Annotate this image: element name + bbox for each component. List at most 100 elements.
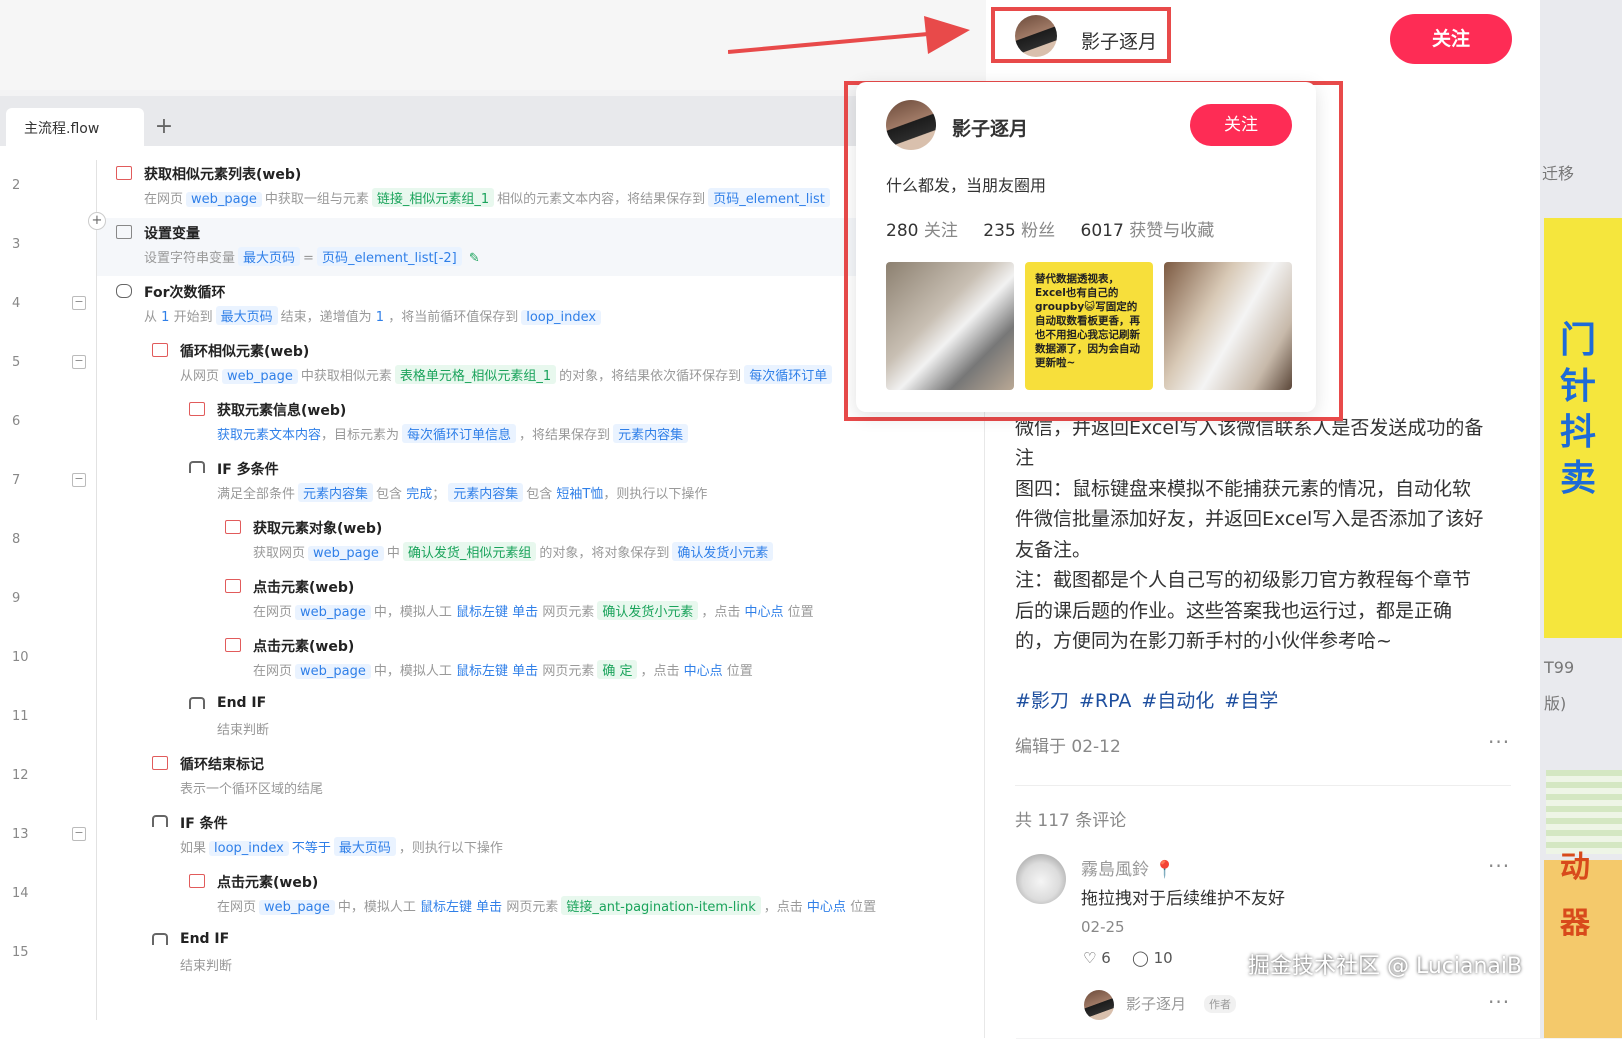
more-icon[interactable]: ··· [1488,990,1510,1014]
line-number: 5 [12,355,21,370]
var-tag[interactable]: web_page [259,900,335,915]
gutter-divider [96,160,97,1020]
annotation-arrow [728,16,970,54]
step-title: 获取元素信息(web) [217,403,347,419]
var-tag[interactable]: web_page [295,664,371,679]
line-number: 10 [12,650,29,665]
element-tag[interactable]: 确 定 [597,660,638,679]
edit-icon[interactable]: ✎ [469,251,480,266]
author-chip[interactable]: 影子逐月 [991,7,1171,63]
var-tag[interactable]: 最大页码 [238,247,301,266]
tab-main-flow[interactable]: 主流程.flow [6,108,144,150]
var-tag[interactable]: web_page [222,369,298,384]
location-pin-icon: 📍 [1154,860,1176,880]
step-title: IF 条件 [180,816,228,832]
body-line: 注 [1015,447,1035,469]
var-tag[interactable]: loop_index [521,310,602,325]
step-title: End IF [180,931,230,947]
line-number: 9 [12,591,21,606]
comment-reply-button[interactable]: ◯ 10 [1132,949,1173,967]
more-icon[interactable]: ··· [1488,730,1510,754]
line-number: 4 [12,296,21,311]
step-title: 点击元素(web) [253,639,355,655]
collapse-toggle[interactable]: − [72,827,86,841]
author-avatar[interactable] [1015,15,1057,57]
card-avatar[interactable] [886,100,936,150]
step-title: 设置变量 [144,226,200,242]
step-desc: 结束判断 [217,723,270,738]
element-tag[interactable]: 表格单元格_相似元素组_1 [394,365,557,384]
element-tag[interactable]: 确认发货小元素 [597,601,699,620]
reply-author-name[interactable]: 影子逐月 [1126,993,1186,1014]
card-stats: 280 关注 235 粉丝 6017 获赞与收藏 [886,221,1215,241]
step-desc: 获取元素文本内容，目标元素为 每次循环订单信息 ，将结果保存到 元素内容集 [217,424,691,443]
card-thumbnail[interactable]: 替代数据透视表，Excel也有自己的groupby😺写固定的自动取数看板更香，再… [1025,262,1153,390]
follow-button[interactable]: 关注 [1390,14,1512,64]
var-tag[interactable]: 元素内容集 [298,483,374,502]
line-number: 14 [12,886,29,901]
step-desc: 结束判断 [180,959,233,974]
var-tag[interactable]: 确认发货小元素 [672,542,774,561]
end-if-icon [152,933,168,945]
end-if-icon [189,697,205,709]
web-element-icon [152,343,168,357]
if-icon [152,815,168,827]
var-tag[interactable]: 每次循环订单信息 [402,424,517,443]
element-tag[interactable]: 链接_ant-pagination-item-link [561,896,761,915]
reply-avatar[interactable] [1084,990,1114,1020]
step-desc: 设置字符串变量 最大页码 = 页码_element_list[-2] ✎ [144,247,480,266]
line-number: 6 [12,414,21,429]
collapse-toggle[interactable]: − [72,355,86,369]
line-number: 12 [12,768,29,783]
card-thumbnail[interactable] [886,262,1014,390]
body-line: 的，方便同为在影刀新手村的小伙伴参考哈~ [1015,630,1392,652]
element-tag[interactable]: 确认发货_相似元素组 [402,542,537,561]
var-tag[interactable]: 元素内容集 [448,483,524,502]
bg-text: T99 [1544,658,1575,677]
insert-step-button[interactable]: + [88,212,106,230]
comment-count: 共 117 条评论 [1015,811,1127,831]
comment-like-button[interactable]: ♡ 6 [1083,949,1111,967]
bg-text: 版) [1544,694,1567,713]
var-tag[interactable]: web_page [308,546,384,561]
loop-end-icon [152,756,168,770]
var-tag[interactable]: web_page [186,192,262,207]
step-title: 获取元素对象(web) [253,521,383,537]
step-title: IF 多条件 [217,462,279,478]
commenter-avatar[interactable] [1016,854,1066,904]
if-icon [189,461,205,473]
add-tab-button[interactable]: + [152,114,176,139]
commenter-name[interactable]: 霧島風鈴 📍 [1081,855,1176,880]
card-username[interactable]: 影子逐月 [952,114,1028,141]
element-tag[interactable]: 链接_相似元素组_1 [371,188,495,207]
card-thumbnail[interactable] [1164,262,1292,390]
bg-text: 迁移 [1542,164,1575,183]
line-number: 15 [12,945,29,960]
author-badge: 作者 [1204,995,1236,1013]
author-name[interactable]: 影子逐月 [1081,27,1157,54]
loop-icon [116,284,132,298]
step-desc: 表示一个循环区域的结尾 [180,782,324,797]
comment-icon: ◯ [1132,949,1149,967]
click-icon [225,638,241,652]
step-desc: 从 1 开始到 最大页码 结束，递增值为 1 ，将当前循环值保存到 loop_inde… [144,306,604,325]
collapse-toggle[interactable]: − [72,296,86,310]
line-number: 11 [12,709,29,724]
var-tag[interactable]: loop_index [209,841,289,856]
card-follow-button[interactable]: 关注 [1190,104,1292,146]
hashtags[interactable]: #影刀 #RPA #自动化 #自学 [1015,686,1278,713]
watermark: 掘金技术社区 @ LucianaiB [1248,954,1523,979]
card-bio: 什么都发，当朋友圈用 [886,176,1047,195]
var-tag[interactable]: 最大页码 [333,837,396,856]
var-tag[interactable]: 页码_element_list[-2] [316,247,462,266]
body-line: 注：截图都是个人自己写的初级影刀官方教程每个章节 [1015,569,1472,591]
var-tag[interactable]: 每次循环订单 [744,365,833,384]
var-tag[interactable]: 页码_element_list [708,188,830,207]
collapse-toggle[interactable]: − [72,473,86,487]
var-tag[interactable]: 最大页码 [215,306,278,325]
more-icon[interactable]: ··· [1488,854,1510,878]
var-tag[interactable]: 元素内容集 [613,424,689,443]
step-desc: 在网页 web_page 中，模拟人工 鼠标左键 单击 网页元素确 定，点击 中心点… [253,660,753,679]
var-tag[interactable]: web_page [295,605,371,620]
step-desc: 获取网页 web_page 中确认发货_相似元素组 的对象，将对象保存到 确认发货小元素 [253,542,776,561]
